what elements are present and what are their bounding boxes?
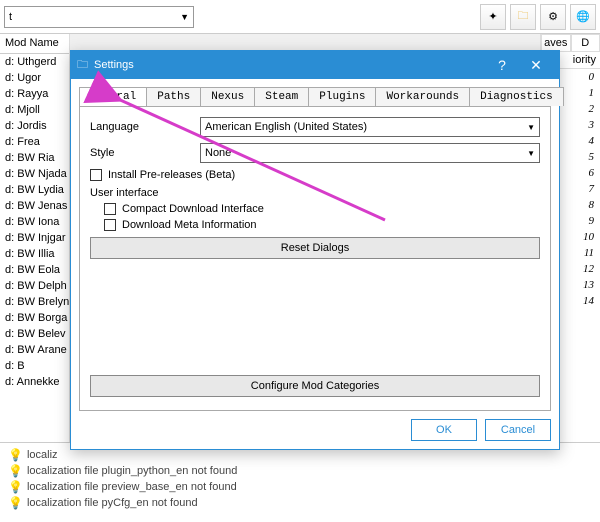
tool-globe-button[interactable]: 🌐: [570, 4, 596, 30]
tab-strip: GeneralPathsNexusSteamPluginsWorkarounds…: [79, 87, 551, 106]
ui-group-label: User interface: [90, 187, 540, 199]
bulb-icon: 💡: [8, 496, 23, 510]
list-item[interactable]: d: B: [0, 358, 69, 374]
log-panel: 💡localiz💡localization file plugin_python…: [0, 442, 600, 522]
list-item[interactable]: d: Uthgerd: [0, 54, 69, 70]
tool-wand-button[interactable]: ✦: [480, 4, 506, 30]
col-header[interactable]: D: [571, 34, 600, 52]
log-line: 💡localization file pyCfg_en not found: [8, 495, 592, 511]
checkbox-icon: [104, 203, 116, 215]
list-item[interactable]: d: Frea: [0, 134, 69, 150]
tab-nexus[interactable]: Nexus: [200, 87, 255, 106]
list-item[interactable]: d: BW Borga: [0, 310, 69, 326]
checkbox-label: Compact Download Interface: [122, 203, 264, 215]
button-label: Reset Dialogs: [281, 242, 349, 254]
bulb-icon: 💡: [8, 480, 23, 494]
log-line: 💡localization file plugin_python_en not …: [8, 463, 592, 479]
install-prereleases-checkbox[interactable]: Install Pre-releases (Beta): [90, 169, 540, 181]
list-item[interactable]: d: BW Brelyn: [0, 294, 69, 310]
list-item[interactable]: d: BW Njada: [0, 166, 69, 182]
help-button[interactable]: ?: [485, 57, 519, 73]
log-line: 💡localization file preview_base_en not f…: [8, 479, 592, 495]
chevron-down-icon: ▼: [527, 149, 535, 158]
close-button[interactable]: ✕: [519, 57, 553, 74]
dialog-titlebar[interactable]: 🗀 Settings ? ✕: [71, 51, 559, 79]
chevron-down-icon: ▼: [180, 12, 189, 22]
checkbox-label: Install Pre-releases (Beta): [108, 169, 235, 181]
list-item[interactable]: d: BW Injgar: [0, 230, 69, 246]
list-item[interactable]: d: BW Ria: [0, 150, 69, 166]
tab-general[interactable]: General: [79, 87, 147, 106]
list-item[interactable]: d: Mjoll: [0, 102, 69, 118]
list-item[interactable]: d: BW Belev: [0, 326, 69, 342]
list-item[interactable]: d: BW Lydia: [0, 182, 69, 198]
list-item[interactable]: d: BW Jenas: [0, 198, 69, 214]
tab-diagnostics[interactable]: Diagnostics: [469, 87, 564, 106]
list-item[interactable]: d: BW Arane: [0, 342, 69, 358]
list-item[interactable]: d: Rayya: [0, 86, 69, 102]
profile-combo[interactable]: t ▼: [4, 6, 194, 28]
list-item[interactable]: d: Jordis: [0, 118, 69, 134]
list-item[interactable]: d: BW Iona: [0, 214, 69, 230]
mod-list-column: Mod Name d: Uthgerdd: Ugord: Rayyad: Mjo…: [0, 34, 70, 442]
list-item[interactable]: d: Annekke: [0, 374, 69, 390]
button-label: Configure Mod Categories: [251, 380, 379, 392]
settings-dialog: 🗀 Settings ? ✕ GeneralPathsNexusSteamPlu…: [70, 50, 560, 450]
chevron-down-icon: ▼: [527, 123, 535, 132]
list-item[interactable]: d: BW Delph: [0, 278, 69, 294]
checkbox-icon: [90, 169, 102, 181]
tab-workarounds[interactable]: Workarounds: [375, 87, 470, 106]
compact-download-checkbox[interactable]: Compact Download Interface: [104, 203, 540, 215]
style-value: None: [205, 147, 231, 159]
ok-button[interactable]: OK: [411, 419, 477, 441]
button-label: Cancel: [501, 424, 535, 436]
button-label: OK: [436, 424, 452, 436]
tool-folder-button[interactable]: 🗀: [510, 4, 536, 30]
mod-list[interactable]: d: Uthgerdd: Ugord: Rayyad: Mjolld: Jord…: [0, 54, 69, 390]
tab-plugins[interactable]: Plugins: [308, 87, 376, 106]
checkbox-icon: [104, 219, 116, 231]
list-item[interactable]: d: Ugor: [0, 70, 69, 86]
tab-steam[interactable]: Steam: [254, 87, 309, 106]
bulb-icon: 💡: [8, 464, 23, 478]
checkbox-label: Download Meta Information: [122, 219, 257, 231]
cancel-button[interactable]: Cancel: [485, 419, 551, 441]
style-label: Style: [90, 147, 190, 159]
style-select[interactable]: None ▼: [200, 143, 540, 163]
folder-icon: 🗀: [518, 7, 529, 26]
language-label: Language: [90, 121, 190, 133]
mod-list-header[interactable]: Mod Name: [0, 34, 69, 54]
main-toolbar: t ▼ ✦ 🗀 ⚙ 🌐: [0, 0, 600, 34]
language-select[interactable]: American English (United States) ▼: [200, 117, 540, 137]
tool-gear-button[interactable]: ⚙: [540, 4, 566, 30]
gear-icon: ⚙: [548, 10, 558, 23]
tab-paths[interactable]: Paths: [146, 87, 201, 106]
tab-general-body: Language American English (United States…: [79, 106, 551, 411]
list-item[interactable]: d: BW Eola: [0, 262, 69, 278]
language-value: American English (United States): [205, 121, 367, 133]
profile-combo-value: t: [9, 11, 12, 23]
download-meta-checkbox[interactable]: Download Meta Information: [104, 219, 540, 231]
configure-categories-button[interactable]: Configure Mod Categories: [90, 375, 540, 397]
bulb-icon: 💡: [8, 448, 23, 462]
reset-dialogs-button[interactable]: Reset Dialogs: [90, 237, 540, 259]
wand-icon: ✦: [488, 10, 497, 23]
dialog-title: Settings: [94, 59, 485, 71]
globe-icon: 🌐: [576, 10, 590, 23]
list-item[interactable]: d: BW Illia: [0, 246, 69, 262]
dialog-actions: OK Cancel: [71, 411, 559, 449]
folder-icon: 🗀: [77, 56, 88, 75]
